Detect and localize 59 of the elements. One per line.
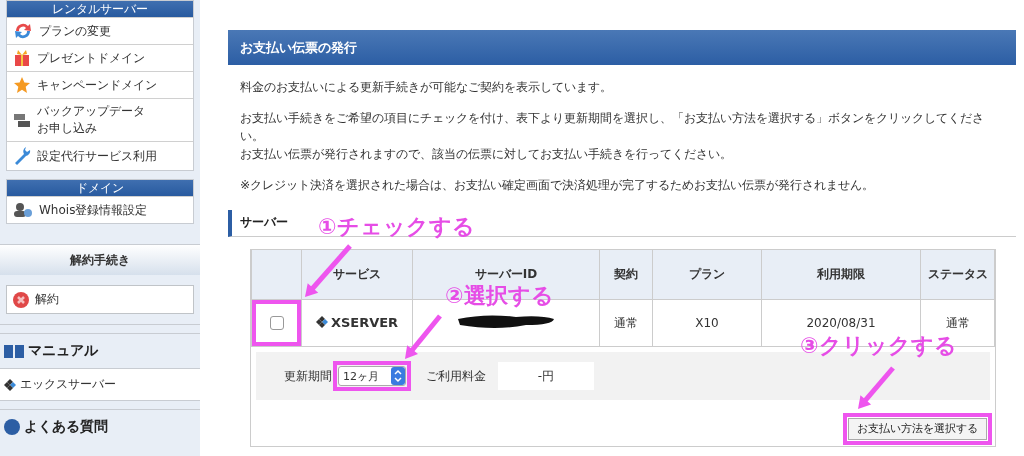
- header-cell: 契約: [599, 250, 653, 300]
- menu-item-label: 設定代行サービス利用: [37, 147, 157, 165]
- annotation-text: ③クリックする: [800, 333, 957, 359]
- menu-item[interactable]: プレゼントドメイン: [7, 44, 193, 71]
- star-icon: [13, 76, 31, 94]
- book-icon: [4, 344, 24, 358]
- menu-item-label: お申し込み: [37, 120, 98, 137]
- description-text: お支払い手続きをご希望の項目にチェックを付け、表下より更新期間を選択し、「お支払い方法を選択する」ボタンをクリックしてください。: [240, 110, 985, 145]
- gift-icon: [13, 49, 31, 67]
- description-text: ※クレジット決済を選択された場合は、お支払い確定画面で決済処理が完了するためお支払い伝票が発行されません。: [240, 177, 876, 194]
- panel-header: 解約手続き: [0, 245, 200, 275]
- stepper-icon: [391, 367, 405, 385]
- menu-item-label: プランの変更: [39, 22, 111, 40]
- annotation-text: ①チェックする: [318, 214, 475, 240]
- description-text: お支払い伝票が発行されますので、該当の伝票に対してお支払い手続きを行ってください。: [240, 146, 733, 163]
- diamond-logo-icon: [4, 378, 16, 391]
- checkbox[interactable]: [269, 316, 284, 330]
- annotation-text: ②選択する: [445, 283, 554, 309]
- panel-header: レンタルサーバー: [7, 1, 193, 17]
- menu-item[interactable]: バックアップデータ お申し込み: [7, 98, 193, 141]
- description-text: 料金のお支払いによる更新手続きが可能なご契約を表示しています。: [240, 79, 613, 96]
- arrow: [405, 314, 442, 359]
- cancel-icon: [13, 291, 29, 308]
- drives-icon: [13, 111, 31, 129]
- page-title: お支払い伝票の発行: [228, 30, 1016, 65]
- menu-item[interactable]: キャンペーンドメイン: [7, 71, 193, 98]
- menu-item[interactable]: プランの変更: [7, 17, 193, 44]
- highlight-frame: [252, 300, 301, 346]
- table-cell: 通常: [599, 299, 653, 347]
- menu-item-label: プレゼントドメイン: [37, 49, 145, 67]
- fee-value: -円: [498, 362, 594, 390]
- menu-item-label: Whois登録情報設定: [39, 201, 148, 219]
- menu-item-label: バックアップデータ: [37, 103, 145, 120]
- arrows-icon: [13, 22, 33, 40]
- menu-item[interactable]: 解約: [6, 285, 194, 314]
- panel-title: マニュアル: [28, 342, 98, 360]
- header-cell: ステータス: [920, 250, 995, 300]
- header-cell: 利用期限: [761, 250, 921, 300]
- select-payment-button[interactable]: お支払い方法を選択する: [848, 418, 987, 440]
- panel-title: よくある質問: [24, 418, 108, 436]
- diamond-logo-icon: [315, 316, 328, 329]
- menu-item[interactable]: Whois登録情報設定: [7, 196, 193, 223]
- period-select[interactable]: 12ヶ月: [338, 366, 406, 386]
- arrow: [858, 366, 895, 409]
- menu-item-label: キャンペーンドメイン: [37, 76, 157, 94]
- circle-icon: [4, 419, 20, 435]
- wrench-icon: [13, 146, 31, 166]
- header-cell: サービス: [301, 250, 413, 300]
- menu-item[interactable]: 設定代行サービス利用: [7, 141, 193, 170]
- menu-item-label: エックスサーバー: [20, 376, 116, 393]
- user-icon: [13, 202, 33, 218]
- period-label: 更新期間: [284, 367, 332, 385]
- menu-item[interactable]: エックスサーバー: [0, 368, 200, 401]
- fee-label: ご利用料金: [426, 367, 486, 385]
- header-cell: プラン: [652, 250, 762, 300]
- menu-item-label: 解約: [35, 291, 59, 308]
- table-cell: X10: [652, 299, 762, 347]
- service-logo: XSERVER: [315, 314, 399, 330]
- panel-header: ドメイン: [7, 180, 193, 196]
